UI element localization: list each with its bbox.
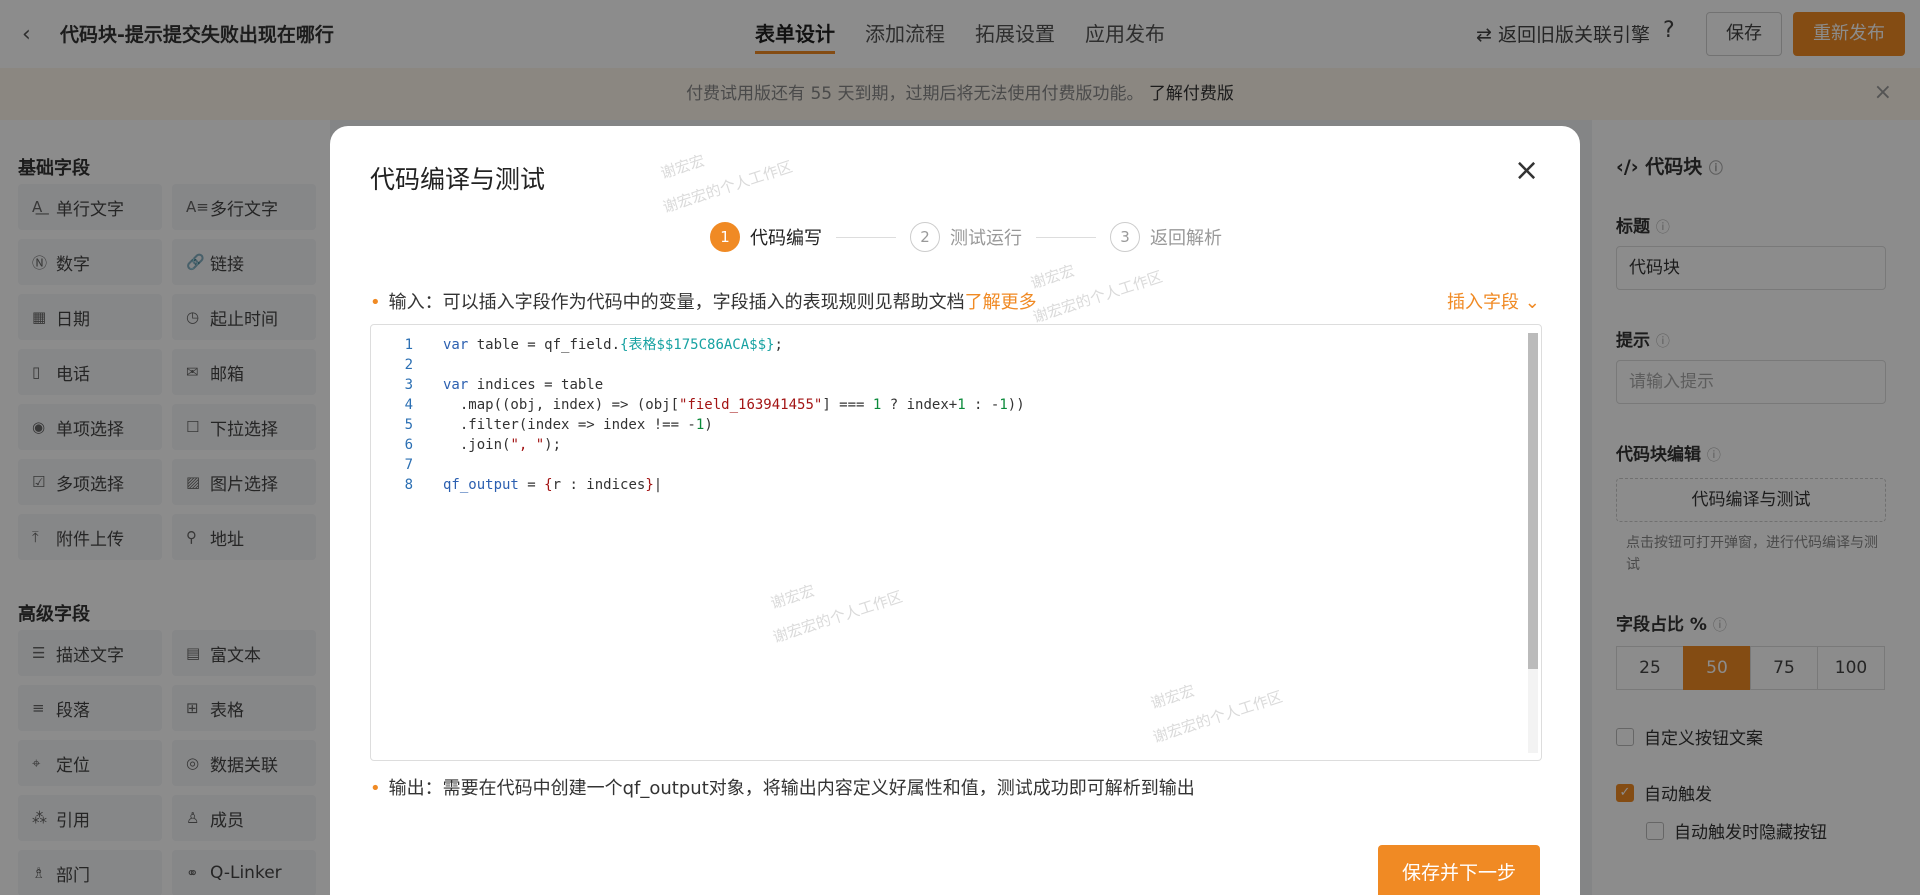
- code-line: 4 .map((obj, index) => (obj["field_16394…: [404, 397, 1025, 413]
- editor-scrollbar[interactable]: [1528, 333, 1538, 753]
- step-divider: [836, 236, 896, 238]
- step-code-write: 1 代码编写: [710, 222, 822, 252]
- code-content[interactable]: 1 var table = qf_field.{表格$$175C86ACA$$};…: [371, 335, 1025, 495]
- stepper: 1 代码编写 2 测试运行 3 返回解析: [710, 222, 1222, 252]
- watermark: 谢宏宏: [658, 151, 707, 183]
- close-icon[interactable]: ×: [1514, 156, 1539, 186]
- code-line: 8 qf_output = {r : indices}|: [404, 477, 663, 493]
- code-line: 5 .filter(index => index !== -1): [404, 417, 713, 433]
- insert-field-dropdown[interactable]: 插入字段 ⌄: [1447, 288, 1540, 314]
- code-line: 1 var table = qf_field.{表格$$175C86ACA$$};: [404, 337, 783, 353]
- step-divider: [1036, 236, 1096, 238]
- code-line: 2: [404, 357, 413, 373]
- chevron-down-icon: ⌄: [1524, 292, 1540, 313]
- save-and-next-button[interactable]: 保存并下一步: [1378, 845, 1540, 895]
- watermark: 谢宏宏的个人工作区: [660, 157, 795, 217]
- code-line: 6 .join(", ");: [404, 437, 562, 453]
- input-instructions: • 输入：可以插入字段作为代码中的变量，字段插入的表现规则见帮助文档了解更多: [370, 292, 1037, 313]
- code-line: 3 var indices = table: [404, 377, 604, 393]
- step-test-run: 2 测试运行: [910, 222, 1022, 252]
- code-compile-modal: 代码编译与测试 × 1 代码编写 2 测试运行 3 返回解析 • 输入：可以插入字段作为…: [330, 126, 1580, 895]
- code-editor[interactable]: 1 var table = qf_field.{表格$$175C86ACA$$};…: [370, 324, 1542, 761]
- code-line: 7: [404, 457, 413, 473]
- watermark: 谢宏宏的个人工作区: [1030, 267, 1165, 327]
- modal-title: 代码编译与测试: [370, 165, 546, 194]
- output-instructions: • 输出：需要在代码中创建一个qf_output对象，将输出内容定义好属性和值，测…: [370, 778, 1195, 799]
- learn-more-link[interactable]: 了解更多: [965, 292, 1037, 313]
- step-return-parse: 3 返回解析: [1110, 222, 1222, 252]
- scrollbar-thumb[interactable]: [1528, 333, 1538, 669]
